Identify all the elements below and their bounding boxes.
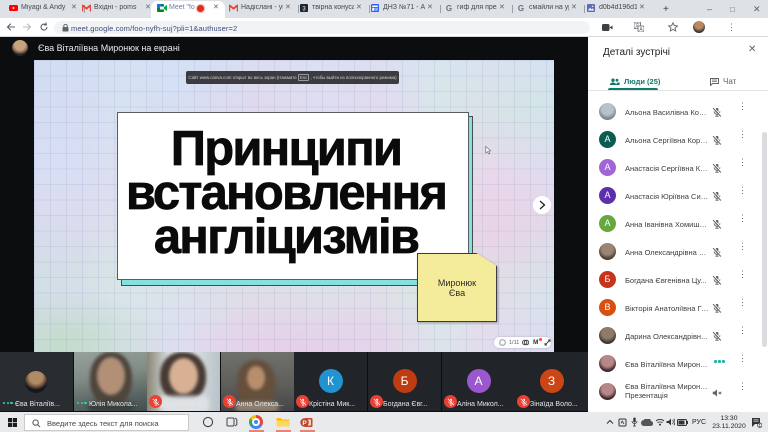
svg-text:G: G (446, 4, 452, 12)
svg-text:G: G (518, 4, 524, 12)
